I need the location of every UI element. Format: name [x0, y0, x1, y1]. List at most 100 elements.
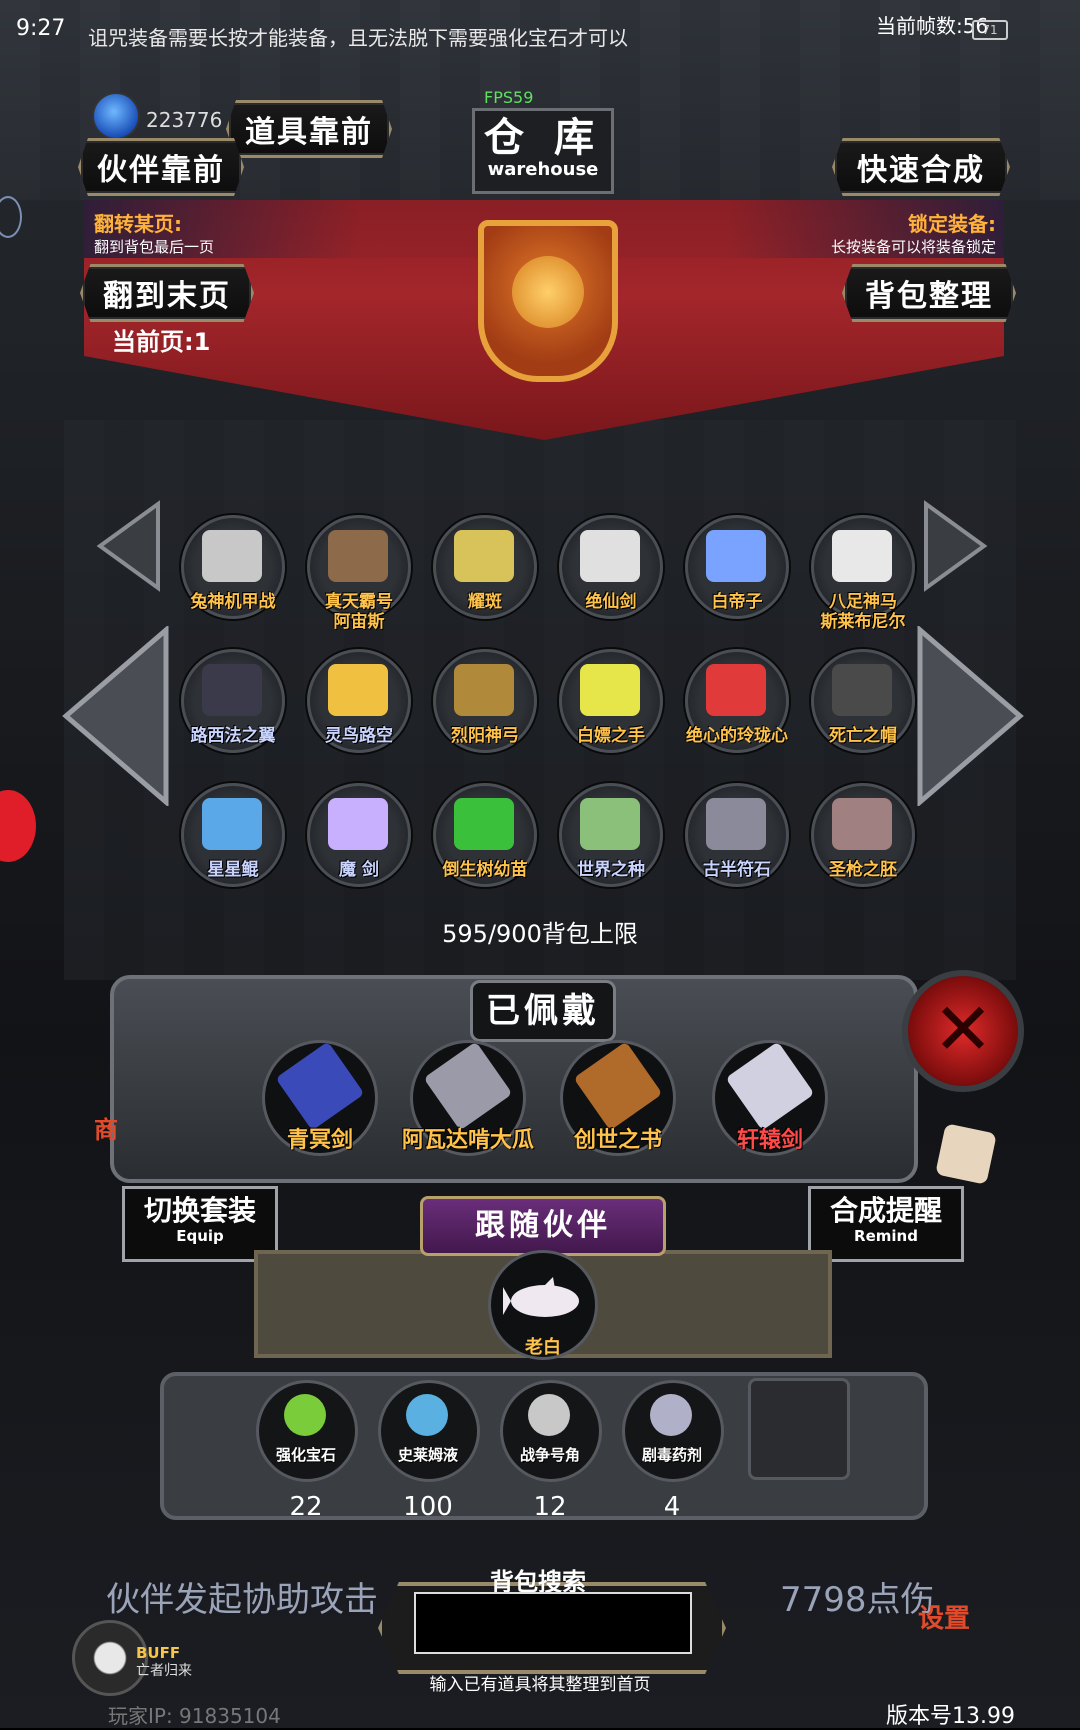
item-sprite-icon — [706, 530, 766, 582]
shop-label[interactable]: 商 — [94, 1110, 118, 1145]
item-label: 绝仙剑 — [585, 592, 637, 612]
switch-set-label: 切换套装 — [143, 1194, 256, 1227]
inventory-item[interactable]: 绝仙剑 — [556, 512, 666, 622]
flip-hint-title: 翻转某页: — [94, 212, 182, 236]
consumable-label: 强化宝石 — [275, 1446, 336, 1464]
sort-bag-button[interactable]: 背包整理 — [842, 264, 1016, 322]
item-label: 星星鲲 — [207, 860, 259, 880]
current-page: 当前页:1 — [112, 328, 211, 356]
item-label: 倒生树幼苗 — [442, 860, 528, 880]
flip-hint-sub: 翻到背包最后一页 — [94, 238, 215, 256]
inventory-item[interactable]: 星星鲲 — [178, 780, 288, 890]
inventory-item[interactable]: 真天霸号 阿宙斯 — [304, 512, 414, 632]
switch-set-sub: Equip — [176, 1227, 224, 1245]
item-label: 兔神机甲战 — [190, 592, 276, 612]
item-sprite-icon — [202, 530, 262, 582]
item-label: 世界之种 — [577, 860, 645, 880]
equipped-item[interactable]: 创世之书 — [560, 1040, 676, 1156]
consumable-label: 史莱姆液 — [397, 1446, 458, 1464]
inventory-item[interactable]: 耀斑 — [430, 512, 540, 622]
title-en: warehouse — [487, 159, 599, 180]
merge-remind-sub: Remind — [854, 1227, 918, 1245]
equipped-label: 轩辕剑 — [736, 1128, 803, 1153]
consumable-count: 4 — [663, 1492, 681, 1522]
fps-label: FPS59 — [484, 88, 534, 107]
consumable-icon — [528, 1394, 570, 1436]
inventory-item[interactable]: 绝心的玲珑心 — [682, 646, 792, 756]
partner-front-button[interactable]: 伙伴靠前 — [78, 138, 244, 196]
pet-label: 老白 — [525, 1337, 561, 1358]
item-label: 白嫖之手 — [577, 726, 645, 746]
empty-consumable-slot[interactable] — [748, 1378, 850, 1480]
item-sprite-icon — [706, 798, 766, 850]
item-label: 八足神马 斯莱布尼尔 — [820, 592, 906, 632]
item-sprite-icon — [580, 664, 640, 716]
dice-icon[interactable] — [935, 1123, 997, 1185]
inventory-item[interactable]: 死亡之帽 — [808, 646, 918, 756]
item-sprite-icon — [706, 664, 766, 716]
item-front-button[interactable]: 道具靠前 — [226, 100, 392, 158]
item-sprite-icon — [202, 798, 262, 850]
prev-small-arrow-icon[interactable] — [96, 500, 162, 592]
item-label: 耀斑 — [468, 592, 502, 612]
item-label: 真天霸号 阿宙斯 — [325, 592, 393, 632]
version-label: 版本号13.99 — [886, 1704, 1015, 1729]
equipped-item[interactable]: 阿瓦达啃大瓜 — [402, 1040, 534, 1156]
item-sprite-icon — [454, 664, 514, 716]
inventory-item[interactable]: 八足神马 斯莱布尼尔 — [808, 512, 918, 632]
item-label: 烈阳神弓 — [451, 726, 519, 746]
settings-button[interactable]: 设置 — [918, 1598, 970, 1635]
prev-page-arrow-icon[interactable] — [62, 626, 170, 806]
consumable-label: 战争号角 — [519, 1446, 580, 1464]
close-button[interactable]: ✕ — [902, 970, 1024, 1092]
inventory-item[interactable]: 灵鸟路空 — [304, 646, 414, 756]
item-sprite-icon — [328, 798, 388, 850]
bag-search-input[interactable] — [414, 1592, 692, 1654]
next-page-arrow-icon[interactable] — [916, 626, 1024, 806]
follow-pet-slot[interactable]: 老白 — [488, 1250, 598, 1360]
lion-icon — [512, 256, 584, 328]
item-label: 路西法之翼 — [190, 726, 276, 746]
inventory-item[interactable]: 世界之种 — [556, 780, 666, 890]
status-bar: 9:27 诅咒装备需要长按才能装备，且无法脱下需要强化宝石才可以 当前帧数:56… — [0, 0, 1080, 60]
inventory-item[interactable]: 兔神机甲战 — [178, 512, 288, 622]
battery-icon: 71 — [972, 20, 1008, 40]
last-page-button[interactable]: 翻到末页 — [80, 264, 254, 322]
tip-notice: 诅咒装备需要长按才能装备，且无法脱下需要强化宝石才可以 — [88, 26, 628, 50]
inventory-item[interactable]: 白帝子 — [682, 512, 792, 622]
inventory-item[interactable]: 烈阳神弓 — [430, 646, 540, 756]
item-label: 魔 剑 — [339, 860, 379, 880]
item-sprite-icon — [832, 530, 892, 582]
consumable-label: 剧毒药剂 — [641, 1446, 702, 1464]
item-label: 绝心的玲珑心 — [686, 726, 788, 746]
inventory-item[interactable]: 圣枪之胚 — [808, 780, 918, 890]
battle-log-right: 7798点伤 — [780, 1580, 935, 1620]
item-label: 白帝子 — [711, 592, 763, 612]
clock: 9:27 — [16, 16, 66, 41]
lock-hint-sub: 长按装备可以将装备锁定 — [830, 238, 996, 256]
inventory-item[interactable]: 魔 剑 — [304, 780, 414, 890]
equipped-title: 已佩戴 — [470, 980, 616, 1042]
inventory-item[interactable]: 古半符石 — [682, 780, 792, 890]
inventory-item[interactable]: 白嫖之手 — [556, 646, 666, 756]
item-sprite-icon — [832, 798, 892, 850]
next-small-arrow-icon[interactable] — [922, 500, 988, 592]
consumable-count: 12 — [533, 1492, 567, 1522]
item-label: 圣枪之胚 — [829, 860, 897, 880]
buff-sub: 亡者归来 — [136, 1663, 192, 1679]
equipped-item[interactable]: 轩辕剑 — [712, 1040, 828, 1156]
lock-hint-title: 锁定装备: — [908, 212, 996, 236]
item-sprite-icon — [202, 664, 262, 716]
consumable-icon — [650, 1394, 692, 1436]
equipped-item[interactable]: 青冥剑 — [262, 1040, 378, 1156]
item-sprite-icon — [580, 798, 640, 850]
inventory-item[interactable]: 路西法之翼 — [178, 646, 288, 756]
dolphin-icon — [503, 1277, 579, 1317]
consumable-count: 22 — [289, 1492, 323, 1522]
item-sprite-icon — [580, 530, 640, 582]
quick-merge-button[interactable]: 快速合成 — [832, 138, 1010, 196]
inventory-item[interactable]: 倒生树幼苗 — [430, 780, 540, 890]
consumable-icon — [406, 1394, 448, 1436]
item-label: 灵鸟路空 — [325, 726, 393, 746]
title-cn: 仓 库 — [484, 115, 602, 161]
